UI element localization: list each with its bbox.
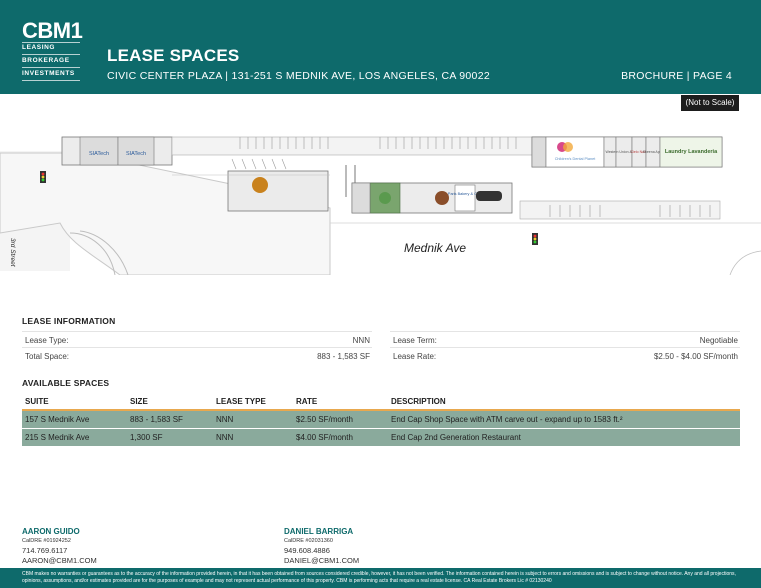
col-size: SIZE	[130, 397, 148, 406]
scale-note-badge: (Not to Scale)	[681, 95, 739, 111]
col-description: DESCRIPTION	[391, 397, 446, 406]
site-plan-map[interactable]: SIATech SIATech Paris Bakery & Cafe Chil…	[0, 113, 761, 275]
col-lease-type: LEASE TYPE	[216, 397, 266, 406]
total-space-label: Total Space:	[25, 352, 70, 361]
cell-rate: $2.50 SF/month	[296, 415, 353, 424]
contact-email[interactable]: AARON@CBM1.COM	[22, 556, 97, 566]
logo-line-brokerage: BROKERAGE	[22, 57, 70, 64]
contact-card: AARON GUIDO CalDRE #01924252 714.769.611…	[22, 527, 97, 565]
lease-type-value: NNN	[352, 336, 370, 345]
footer-disclaimer: CBM makes no warranties or guarantees as…	[0, 568, 761, 588]
page-title: LEASE SPACES	[107, 46, 240, 65]
lease-type-label: Lease Type:	[25, 336, 69, 345]
contact-email[interactable]: DANIEL@CBM1.COM	[284, 556, 359, 566]
logo-divider	[22, 42, 80, 43]
contact-name: AARON GUIDO	[22, 527, 80, 536]
tenant-siatech-1-label: SIATech	[89, 151, 109, 157]
contact-name: DANIEL BARRIGA	[284, 527, 354, 536]
contact-card: DANIEL BARRIGA CalDRE #02031360 949.608.…	[284, 527, 359, 565]
spaces-table-header: SUITE SIZE LEASE TYPE RATE DESCRIPTION	[22, 394, 740, 410]
cell-lease-type: NNN	[216, 433, 234, 442]
bakery-logo-icon	[435, 191, 449, 205]
restaurant-logo-icon	[252, 177, 268, 193]
tenant-dental-label: Children's Dental Planet	[555, 157, 597, 161]
logo-divider	[22, 80, 80, 81]
contact-license: CalDRE #01924252	[22, 537, 71, 544]
total-space-row: Total Space: 883 - 1,583 SF	[22, 347, 372, 363]
traffic-light-icon	[40, 171, 46, 183]
tenant-laundry-label: Laundry Lavanderia	[665, 149, 718, 155]
logo-line-leasing: LEASING	[22, 44, 56, 51]
table-row[interactable]: 215 S Mednik Ave 1,300 SF NNN $4.00 SF/m…	[22, 429, 740, 446]
contact-phone[interactable]: 949.608.4886	[284, 546, 359, 556]
logo-divider	[22, 54, 80, 55]
lease-term-label: Lease Term:	[393, 336, 437, 345]
lease-info-heading: LEASE INFORMATION	[22, 316, 116, 326]
brochure-page-label: BROCHURE | PAGE 4	[621, 70, 732, 82]
lease-rate-label: Lease Rate:	[393, 352, 437, 361]
logo-line-investments: INVESTMENTS	[22, 70, 75, 77]
total-space-value: 883 - 1,583 SF	[317, 352, 370, 361]
cbm1-logo[interactable]: CBM1 LEASING BROKERAGE INVESTMENTS	[14, 12, 90, 84]
traffic-light-icon	[532, 233, 538, 245]
contact-phone[interactable]: 714.769.6117	[22, 546, 97, 556]
property-address: CIVIC CENTER PLAZA | 131-251 S MEDNIK AV…	[107, 70, 490, 82]
lease-term-row: Lease Term: Negotiable	[390, 331, 740, 347]
street-label-3rd: 3rd Street	[9, 238, 16, 268]
cell-size: 883 - 1,583 SF	[130, 415, 183, 424]
tenant-siatech-2-label: SIATech	[126, 151, 146, 157]
contact-license: CalDRE #02031360	[284, 537, 333, 544]
cell-description: End Cap Shop Space with ATM carve out - …	[391, 415, 623, 424]
cell-suite: 215 S Mednik Ave	[25, 433, 90, 442]
header-bar: CBM1 LEASING BROKERAGE INVESTMENTS LEASE…	[0, 0, 761, 94]
cell-lease-type: NNN	[216, 415, 234, 424]
cell-suite: 157 S Mednik Ave	[25, 415, 90, 424]
cell-description: End Cap 2nd Generation Restaurant	[391, 433, 521, 442]
logo-wordmark: CBM1	[22, 18, 83, 43]
col-suite: SUITE	[25, 397, 49, 406]
col-rate: RATE	[296, 397, 318, 406]
cell-size: 1,300 SF	[130, 433, 163, 442]
cell-rate: $4.00 SF/month	[296, 433, 353, 442]
available-spaces-heading: AVAILABLE SPACES	[22, 378, 110, 388]
lease-term-value: Negotiable	[699, 336, 738, 345]
lease-rate-value: $2.50 - $4.00 SF/month	[653, 352, 738, 361]
lease-type-row: Lease Type: NNN	[22, 331, 372, 347]
lease-rate-row: Lease Rate: $2.50 - $4.00 SF/month	[390, 347, 740, 363]
street-label-mednik: Mednik Ave	[404, 241, 466, 255]
logo-divider	[22, 67, 80, 68]
table-row[interactable]: 157 S Mednik Ave 883 - 1,583 SF NNN $2.5…	[22, 411, 740, 428]
